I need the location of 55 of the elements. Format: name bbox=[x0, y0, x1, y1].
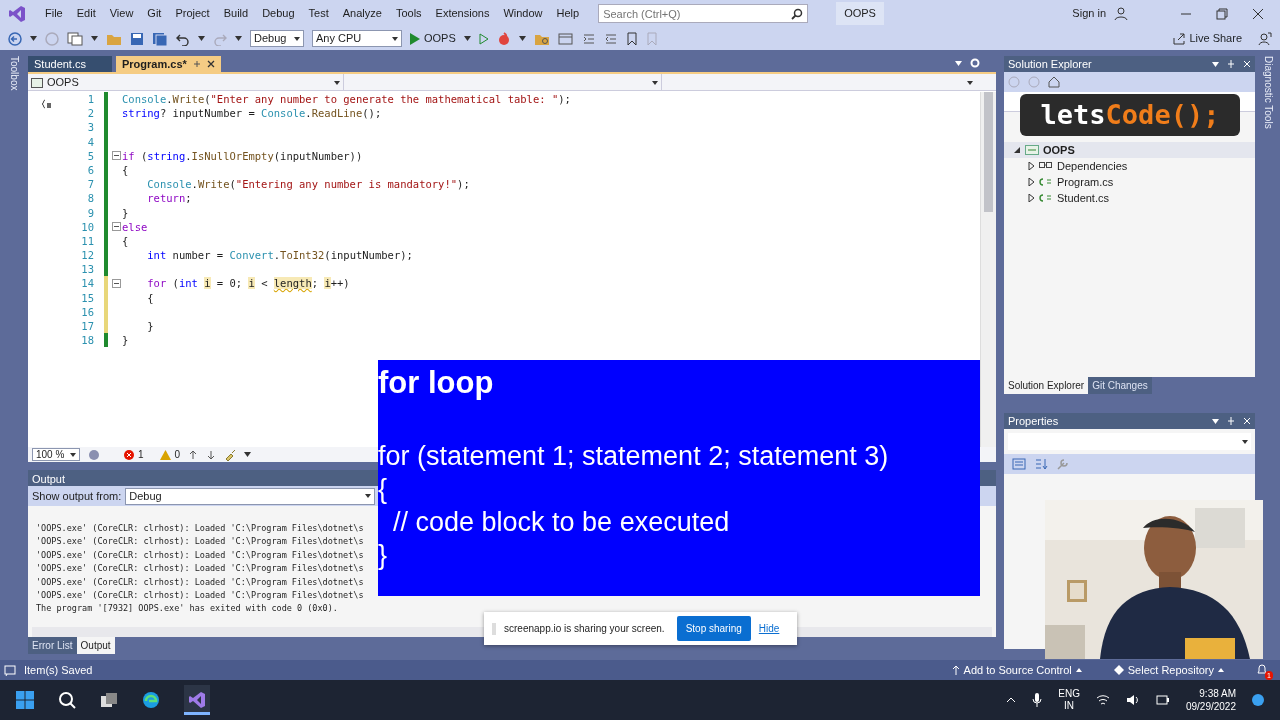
share-message: screenapp.io is sharing your screen. bbox=[504, 622, 665, 636]
line-number: 8 bbox=[86, 191, 95, 206]
code-line: else bbox=[122, 219, 148, 234]
line-number: 13 bbox=[80, 262, 95, 277]
line-number: 15 bbox=[80, 290, 95, 305]
panel-title: Properties bbox=[1008, 413, 1059, 429]
line-number: 1 bbox=[86, 92, 95, 107]
error-count: 1 bbox=[138, 448, 144, 462]
line-number: 14 bbox=[80, 276, 95, 291]
code-line: } bbox=[122, 333, 129, 348]
line-number: 3 bbox=[86, 120, 95, 135]
code-line: } bbox=[146, 319, 154, 334]
code-line: Console.Write("Entering any number is mandatory!"); bbox=[146, 177, 470, 192]
status-message: Item(s) Saved bbox=[24, 662, 93, 678]
code-line: return; bbox=[146, 191, 192, 206]
code-line: { bbox=[122, 162, 129, 178]
line-number: 6 bbox=[86, 162, 95, 178]
slide-text: { bbox=[378, 474, 388, 504]
output-line: 'OOPS.exe' (CoreCLR: clrhost): Loaded 'C:\Program Files\dotnet\s bbox=[36, 576, 364, 587]
line-number: 18 bbox=[80, 333, 95, 348]
slide-title: for loop bbox=[378, 365, 494, 400]
output-line: 'OOPS.exe' (CoreCLR: clrhost): Loaded 'C:\Program Files\dotnet\s bbox=[36, 590, 364, 601]
output-line: 'OOPS.exe' (CoreCLR: clrhost): Loaded 'C:\Program Files\dotnet\s bbox=[36, 536, 364, 547]
line-number: 2 bbox=[86, 106, 95, 121]
code-line: string? inputNumber = Console.ReadLine(); bbox=[122, 106, 382, 121]
panel-title: Output bbox=[32, 473, 66, 485]
output-line: 'OOPS.exe' (CoreCLR: clrhost): Loaded 'C:\Program Files\dotnet\s bbox=[36, 523, 364, 533]
output-line: 'OOPS.exe' (CoreCLR: clrhost): Loaded 'C:\Program Files\dotnet\s bbox=[36, 549, 364, 560]
tab-label: Program.cs* bbox=[122, 56, 187, 72]
line-number: 5 bbox=[86, 148, 95, 163]
source-label: Show output from: bbox=[32, 488, 122, 504]
line-number: 11 bbox=[80, 233, 95, 249]
slide-text: for (statement 1; statement 2; statement 3) bbox=[378, 441, 889, 471]
line-number: 9 bbox=[86, 205, 95, 220]
solution-name: OOPS bbox=[836, 2, 884, 25]
slide-text: } bbox=[378, 540, 388, 570]
output-line: 'OOPS.exe' (CoreCLR: clrhost): Loaded 'C:\Program Files\dotnet\s bbox=[36, 563, 364, 574]
code-line: { bbox=[122, 233, 129, 249]
output-line: The program '[7932] OOPS.exe' has exited with code 0 (0x0). bbox=[36, 603, 338, 614]
line-number: 16 bbox=[80, 304, 95, 319]
logo-overlay: letsCode(); bbox=[1020, 94, 1240, 136]
panel-title: Solution Explorer bbox=[1008, 56, 1092, 72]
code-line: for (int i = 0; i < length; i++) bbox=[146, 276, 350, 291]
line-number: 10 bbox=[80, 219, 95, 234]
code-line: } bbox=[122, 205, 129, 220]
line-number: 7 bbox=[86, 177, 95, 192]
line-number: 4 bbox=[86, 134, 95, 149]
line-number: 17 bbox=[80, 319, 95, 334]
code-line: Console.Write("Enter any number to generate the mathematical table: "); bbox=[122, 92, 571, 107]
line-number: 12 bbox=[80, 248, 95, 263]
code-line: { bbox=[146, 290, 154, 305]
slide-text: // code block to be executed bbox=[392, 507, 730, 537]
code-line: if (string.IsNullOrEmpty(inputNumber)) bbox=[122, 148, 363, 163]
code-line: int number = Convert.ToInt32(inputNumber); bbox=[146, 248, 413, 263]
warning-count: 0 bbox=[174, 448, 181, 462]
